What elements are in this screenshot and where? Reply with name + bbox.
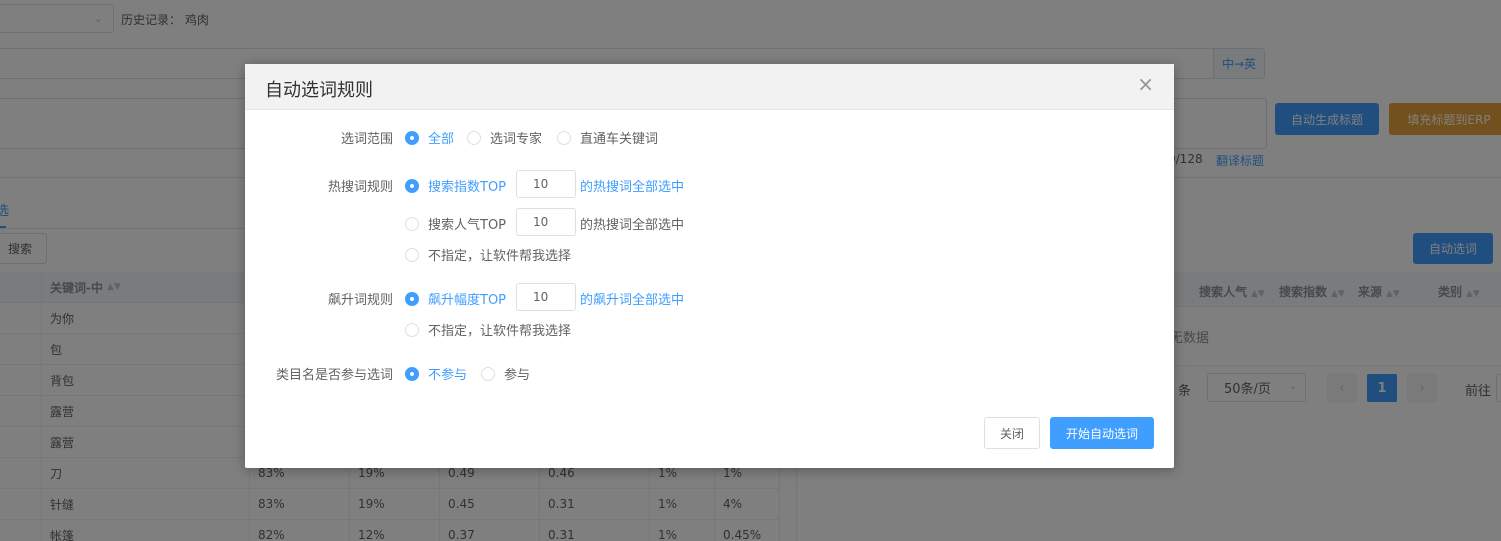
radio-label: 搜索人气TOP <box>428 218 507 233</box>
auto-select-rules-dialog: 自动选词规则 × 选词范围 全部 选词专家 直通车关键词 热搜词规则 搜索指数T… <box>245 64 1174 468</box>
rising-rule-label: 飙升词规则 <box>327 293 393 308</box>
radio-label: 全部 <box>428 132 455 147</box>
radio-circle[interactable] <box>405 247 419 262</box>
radio-label: 直通车关键词 <box>580 132 659 147</box>
hot-popularity-top-input[interactable] <box>516 208 576 236</box>
radio-circle[interactable] <box>405 366 419 381</box>
rising-radio-unspecified[interactable]: 不指定，让软件帮我选择 <box>405 320 571 339</box>
rising-suffix: 的飙升词全部选中 <box>580 293 685 308</box>
hot-popularity-suffix: 的热搜词全部选中 <box>580 218 685 233</box>
category-radio-exclude[interactable]: 不参与 <box>405 364 467 383</box>
hot-index-top-input[interactable] <box>516 170 576 198</box>
close-icon[interactable]: × <box>1137 72 1154 96</box>
category-label: 类目名是否参与选词 <box>275 368 393 383</box>
scope-label: 选词范围 <box>340 132 393 147</box>
radio-circle[interactable] <box>405 130 419 145</box>
hot-index-suffix: 的热搜词全部选中 <box>580 180 685 195</box>
radio-circle[interactable] <box>405 291 419 306</box>
radio-circle[interactable] <box>467 130 481 145</box>
scope-radio-ztc[interactable]: 直通车关键词 <box>557 128 658 147</box>
hot-radio-index[interactable]: 搜索指数TOP <box>405 176 506 195</box>
radio-circle[interactable] <box>557 130 571 145</box>
radio-label: 不指定，让软件帮我选择 <box>428 249 572 264</box>
radio-circle[interactable] <box>481 366 495 381</box>
radio-circle[interactable] <box>405 178 419 193</box>
radio-label: 搜索指数TOP <box>428 180 507 195</box>
rising-top-input[interactable] <box>516 283 576 311</box>
radio-label: 选词专家 <box>490 132 543 147</box>
rising-radio-growth[interactable]: 飙升幅度TOP <box>405 289 506 308</box>
radio-label: 不指定，让软件帮我选择 <box>428 324 572 339</box>
hot-rule-label: 热搜词规则 <box>327 180 393 195</box>
radio-circle[interactable] <box>405 322 419 337</box>
hot-radio-popularity[interactable]: 搜索人气TOP <box>405 214 506 233</box>
radio-circle[interactable] <box>405 216 419 231</box>
close-button[interactable]: 关闭 <box>984 417 1040 449</box>
dialog-title: 自动选词规则 <box>265 80 373 101</box>
dialog-header: 自动选词规则 × <box>245 64 1174 110</box>
radio-label: 不参与 <box>428 368 468 383</box>
radio-label: 飙升幅度TOP <box>428 293 507 308</box>
category-radio-include[interactable]: 参与 <box>481 364 530 383</box>
start-auto-select-button[interactable]: 开始自动选词 <box>1050 417 1154 449</box>
scope-radio-all[interactable]: 全部 <box>405 128 454 147</box>
hot-radio-unspecified[interactable]: 不指定，让软件帮我选择 <box>405 245 571 264</box>
radio-label: 参与 <box>504 368 531 383</box>
scope-radio-expert[interactable]: 选词专家 <box>467 128 542 147</box>
